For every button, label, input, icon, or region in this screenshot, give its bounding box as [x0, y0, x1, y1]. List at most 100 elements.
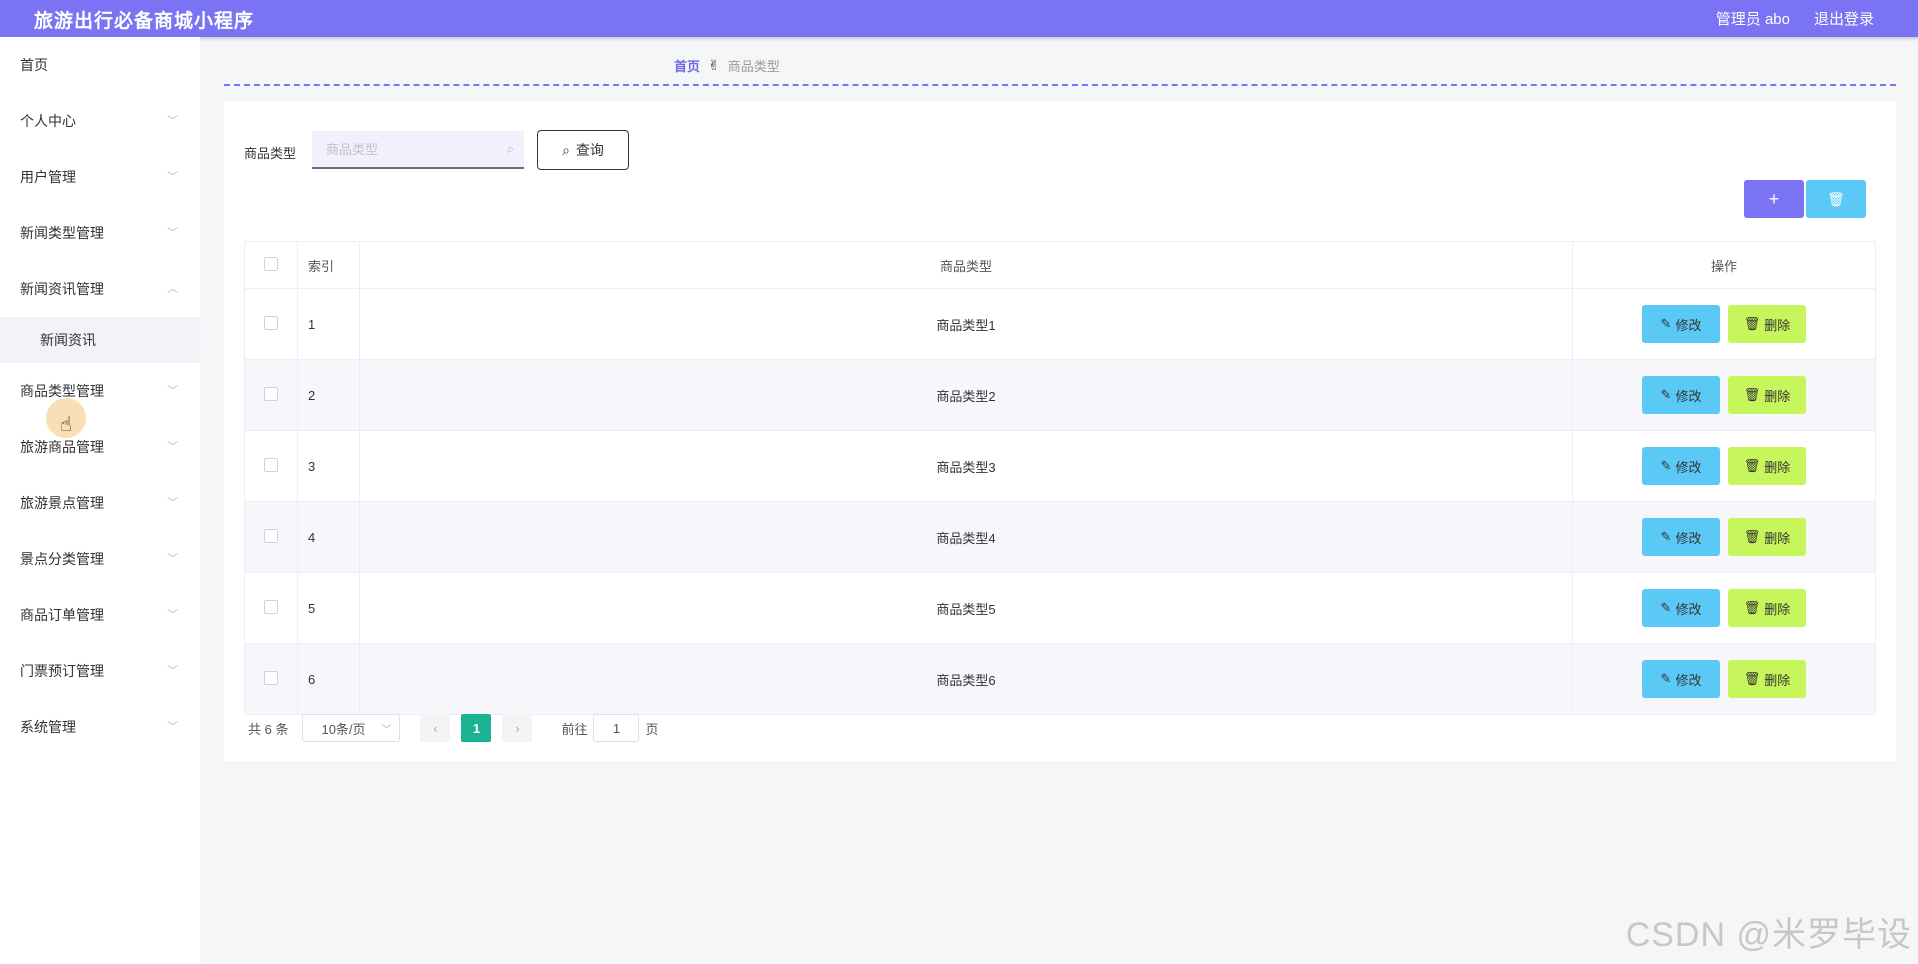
search-field: ⌕	[312, 131, 524, 169]
edit-icon: ✎	[1660, 671, 1672, 686]
sidebar-item-label: 商品订单管理	[20, 607, 104, 623]
row-index: 5	[297, 572, 360, 644]
sidebar-item-user-mgmt[interactable]: 用户管理 ﹀	[0, 149, 200, 205]
row-type: 商品类型1	[359, 288, 1573, 360]
row-ops: ✎ 修改 🗑 删除	[1572, 572, 1876, 644]
row-checkbox[interactable]	[264, 599, 278, 614]
table-row: 3 商品类型3 ✎ 修改 🗑 删除	[244, 430, 1876, 502]
sidebar-item-personal-center[interactable]: 个人中心 ﹀	[0, 93, 200, 149]
row-checkbox[interactable]	[264, 528, 278, 543]
pagination: 共 6 条 10条/页 ﹀ ‹ 1 › 前往 页	[248, 714, 659, 742]
edit-button[interactable]: ✎ 修改	[1642, 447, 1720, 485]
edit-button[interactable]: ✎ 修改	[1642, 518, 1720, 556]
plus-icon: +	[1768, 188, 1780, 209]
edit-label: 修改	[1675, 601, 1702, 617]
next-page-button[interactable]: ›	[502, 714, 533, 742]
sidebar-item-label: 系统管理	[20, 719, 76, 735]
add-button[interactable]: +	[1744, 180, 1804, 218]
row-ops: ✎ 修改 🗑 删除	[1572, 501, 1876, 573]
delete-button[interactable]: 🗑 删除	[1728, 589, 1806, 627]
batch-delete-button[interactable]: 🗑	[1806, 180, 1866, 218]
query-button[interactable]: ⌕ 查询	[537, 130, 629, 170]
chevron-left-icon: ‹	[433, 720, 438, 736]
search-input[interactable]	[312, 131, 498, 167]
page-number-button[interactable]: 1	[461, 714, 492, 742]
edit-button[interactable]: ✎ 修改	[1642, 305, 1720, 343]
sidebar-item-scenic-category-mgmt[interactable]: 景点分类管理 ﹀	[0, 531, 200, 587]
row-checkbox-cell	[244, 501, 298, 573]
row-ops: ✎ 修改 🗑 删除	[1572, 288, 1876, 360]
delete-label: 删除	[1764, 672, 1791, 688]
row-checkbox-cell	[244, 288, 298, 360]
table-header-row: 索引 商品类型 操作	[244, 241, 1876, 289]
edit-button[interactable]: ✎ 修改	[1642, 589, 1720, 627]
delete-button[interactable]: 🗑 删除	[1728, 376, 1806, 414]
sidebar-item-label: 新闻资讯管理	[20, 281, 104, 297]
chevron-down-icon: ﹀	[381, 724, 392, 736]
sidebar-item-home[interactable]: 首页	[0, 37, 200, 93]
edit-label: 修改	[1675, 317, 1702, 333]
breadcrumb: 首页 ✌ 商品类型	[674, 56, 780, 75]
chevron-up-icon: ︿	[167, 283, 178, 295]
sidebar-item-system-mgmt[interactable]: 系统管理 ﹀	[0, 699, 200, 755]
pagination-total: 共 6 条	[248, 721, 289, 737]
trash-icon: 🗑	[1743, 600, 1761, 615]
table-row: 6 商品类型6 ✎ 修改 🗑 删除	[244, 643, 1876, 715]
delete-button[interactable]: 🗑 删除	[1728, 447, 1806, 485]
sidebar-item-ticket-mgmt[interactable]: 门票预订管理 ﹀	[0, 643, 200, 699]
sidebar-item-news-type-mgmt[interactable]: 新闻类型管理 ﹀	[0, 205, 200, 261]
sidebar-item-travel-product-mgmt[interactable]: 旅游商品管理 ﹀	[0, 419, 200, 475]
breadcrumb-home[interactable]: 首页	[674, 56, 700, 75]
watermark: CSDN @米罗毕设	[1625, 916, 1912, 954]
delete-label: 删除	[1764, 317, 1791, 333]
goto-page-input[interactable]	[593, 714, 640, 742]
delete-label: 删除	[1764, 601, 1791, 617]
trash-icon: 🗑	[1827, 190, 1845, 207]
sidebar-item-label: 用户管理	[20, 169, 76, 185]
sidebar-item-scenic-mgmt[interactable]: 旅游景点管理 ﹀	[0, 475, 200, 531]
row-checkbox-cell	[244, 572, 298, 644]
edit-icon: ✎	[1660, 387, 1672, 402]
row-ops: ✎ 修改 🗑 删除	[1572, 359, 1876, 431]
data-table: 索引 商品类型 操作 1 商品类型1 ✎ 修改 🗑 删除 2 商品类型2 ✎ 修…	[244, 241, 1876, 715]
logout-link[interactable]: 退出登录	[1814, 8, 1874, 29]
trash-icon: 🗑	[1743, 458, 1761, 473]
delete-button[interactable]: 🗑 删除	[1728, 518, 1806, 556]
select-all-cell	[244, 241, 298, 289]
edit-icon: ✎	[1660, 316, 1672, 331]
row-checkbox[interactable]	[264, 315, 278, 330]
query-button-label: 查询	[575, 142, 604, 158]
page-size-select[interactable]: 10条/页 ﹀	[302, 714, 401, 742]
table-row: 5 商品类型5 ✎ 修改 🗑 删除	[244, 572, 1876, 644]
prev-page-button[interactable]: ‹	[420, 714, 451, 742]
row-checkbox[interactable]	[264, 670, 278, 685]
row-checkbox[interactable]	[264, 386, 278, 401]
delete-button[interactable]: 🗑 删除	[1728, 305, 1806, 343]
row-type: 商品类型5	[359, 572, 1573, 644]
edit-icon: ✎	[1660, 600, 1672, 615]
sidebar-item-label: 门票预订管理	[20, 663, 104, 679]
sidebar-item-order-mgmt[interactable]: 商品订单管理 ﹀	[0, 587, 200, 643]
search-icon: ⌕	[506, 141, 514, 156]
select-all-checkbox[interactable]	[264, 256, 278, 271]
row-checkbox[interactable]	[264, 457, 278, 472]
header-actions: 管理员 abo 退出登录	[1716, 8, 1874, 29]
edit-icon: ✎	[1660, 458, 1672, 473]
edit-button[interactable]: ✎ 修改	[1642, 660, 1720, 698]
sidebar-item-news-mgmt[interactable]: 新闻资讯管理 ︿	[0, 261, 200, 317]
sidebar-item-product-type-mgmt[interactable]: 商品类型管理 ﹀	[0, 363, 200, 419]
row-index: 2	[297, 359, 360, 431]
trash-icon: 🗑	[1743, 387, 1761, 402]
trash-icon: 🗑	[1743, 671, 1761, 686]
header-type: 商品类型	[359, 241, 1573, 289]
sidebar: 首页 个人中心 ﹀ 用户管理 ﹀ 新闻类型管理 ﹀ 新闻资讯管理 ︿ 新闻资讯 商品类型…	[0, 37, 200, 964]
edit-label: 修改	[1675, 672, 1702, 688]
row-index: 1	[297, 288, 360, 360]
sidebar-subitem-news[interactable]: 新闻资讯	[0, 317, 200, 363]
row-type: 商品类型6	[359, 643, 1573, 715]
sidebar-item-label: 商品类型管理	[20, 383, 104, 399]
row-ops: ✎ 修改 🗑 删除	[1572, 643, 1876, 715]
edit-button[interactable]: ✎ 修改	[1642, 376, 1720, 414]
search-label: 商品类型	[244, 146, 297, 161]
delete-button[interactable]: 🗑 删除	[1728, 660, 1806, 698]
